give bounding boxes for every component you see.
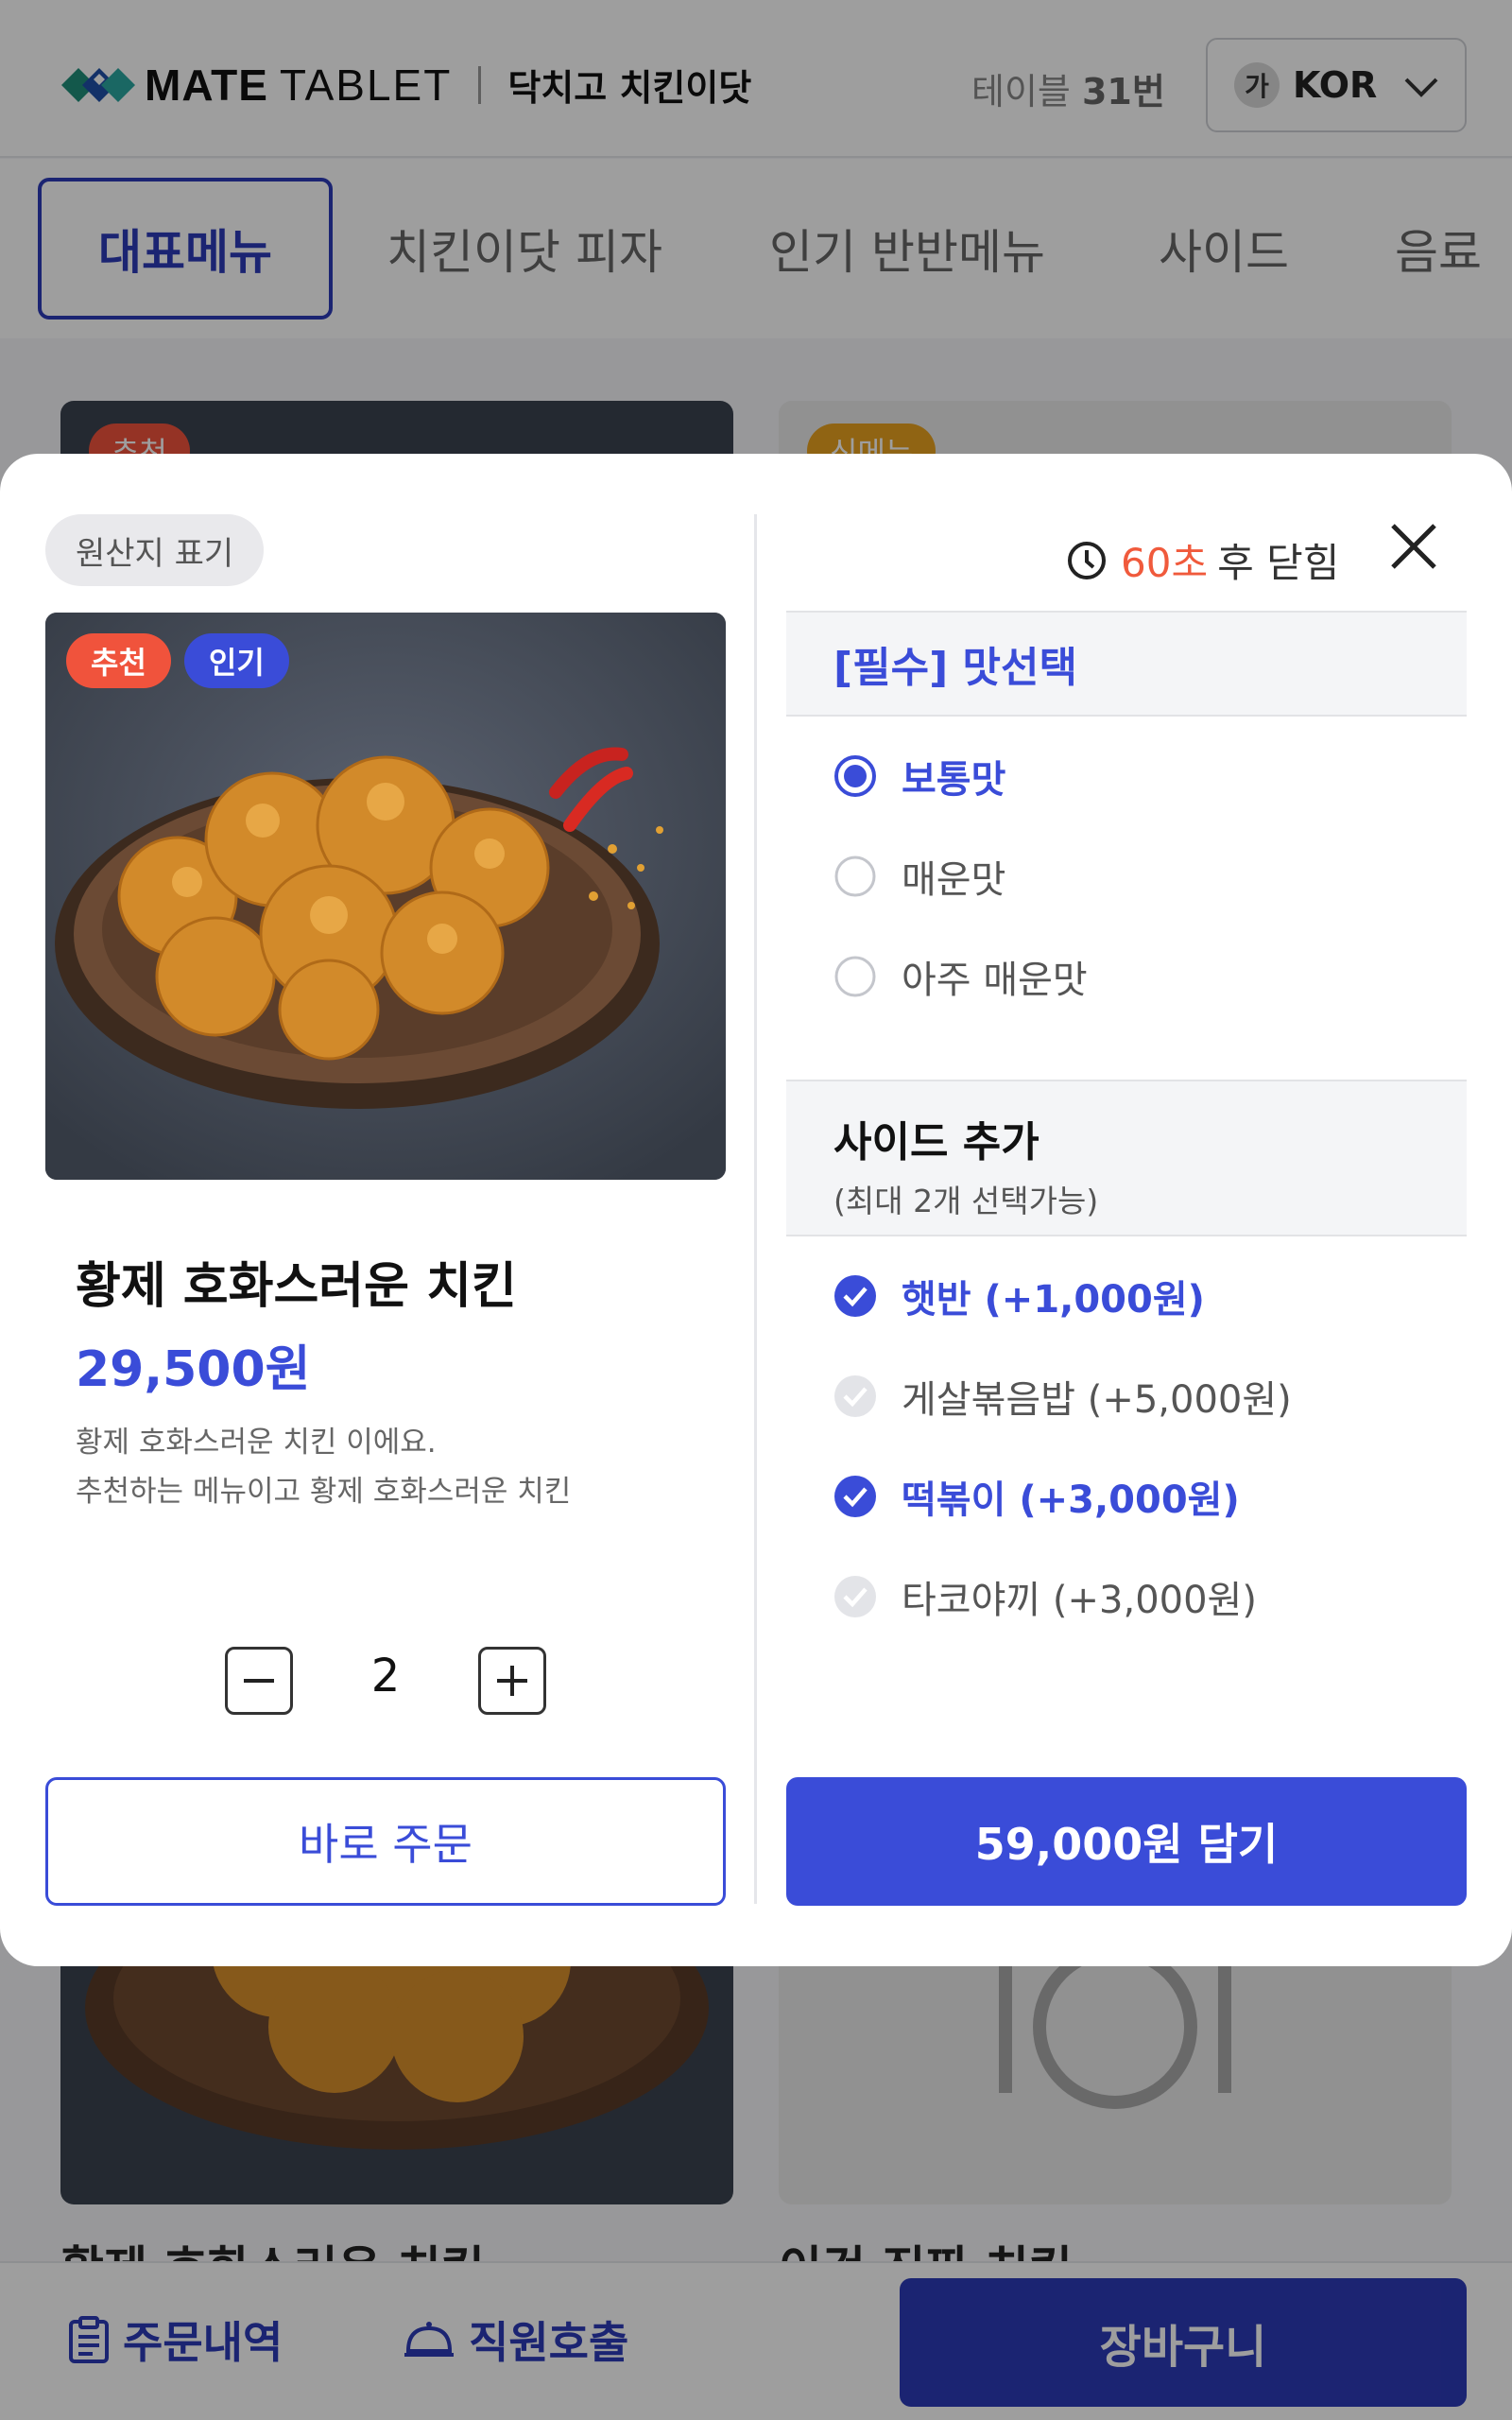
radio-unselected-icon — [834, 856, 876, 897]
timer-label: 후 닫힘 — [1217, 540, 1340, 586]
modal-divider — [754, 514, 757, 1904]
product-description-line: 추천하는 메뉴이고 황제 호화스러운 치킨 — [76, 1475, 572, 1509]
recommend-badge: 추천 — [66, 633, 171, 688]
add-to-cart-button[interactable]: 59,000원 담기 — [786, 1777, 1467, 1906]
timer-seconds: 60초 — [1121, 540, 1209, 586]
product-image: 추천 인기 — [45, 613, 726, 1180]
clock-icon — [1068, 541, 1106, 579]
product-price: 29,500원 — [76, 1341, 311, 1398]
required-flavor-header: [필수] 맛선택 — [786, 611, 1467, 717]
product-badges: 추천 인기 — [66, 633, 289, 688]
check-circle-empty-icon — [834, 1576, 876, 1617]
check-circle-empty-icon — [834, 1375, 876, 1417]
side-option-label: 게살볶음밥 (+5,000원) — [902, 1378, 1292, 1422]
product-name: 황제 호화스러운 치킨 — [76, 1258, 517, 1315]
radio-unselected-icon — [834, 956, 876, 997]
origin-info-button[interactable]: 원산지 표기 — [45, 514, 265, 586]
check-circle-filled-icon — [834, 1476, 876, 1517]
product-description-line: 황제 호화스러운 치킨 이에요. — [76, 1426, 437, 1460]
plus-icon — [497, 1666, 527, 1696]
popular-badge: 인기 — [183, 633, 289, 688]
side-option-crab-rice[interactable]: 게살볶음밥 (+5,000원) — [833, 1369, 1292, 1424]
fried-chicken-photo — [45, 613, 726, 1180]
minus-icon — [244, 1679, 274, 1683]
order-now-button[interactable]: 바로 주문 — [45, 1777, 726, 1906]
quantity-decrease-button[interactable] — [225, 1647, 293, 1715]
check-circle-filled-icon — [834, 1275, 876, 1317]
side-option-takoyaki[interactable]: 타코야끼 (+3,000원) — [833, 1569, 1257, 1624]
flavor-option-label: 보통맛 — [902, 758, 1006, 802]
side-option-tteokbokki[interactable]: 떡볶이 (+3,000원) — [833, 1469, 1240, 1524]
menu-option-modal: 원산지 표기 추천 인기 황제 호화스러운 치킨 29,500원 황제 호화스러… — [0, 454, 1512, 1966]
side-option-label: 타코야끼 (+3,000원) — [902, 1579, 1257, 1622]
flavor-option-very-spicy[interactable]: 아주 매운맛 — [833, 949, 1088, 1004]
flavor-option-label: 매운맛 — [902, 858, 1006, 902]
side-add-header: 사이드 추가 (최대 2개 선택가능) — [786, 1080, 1467, 1236]
side-add-subtitle: (최대 2개 선택가능) — [833, 1183, 1099, 1219]
side-option-rice[interactable]: 햇반 (+1,000원) — [833, 1269, 1205, 1323]
side-option-label: 떡볶이 (+3,000원) — [902, 1478, 1240, 1522]
side-add-title: 사이드 추가 — [833, 1118, 1040, 1167]
side-option-label: 햇반 (+1,000원) — [902, 1278, 1205, 1322]
quantity-value: 2 — [370, 1650, 401, 1703]
product-description: 황제 호화스러운 치킨 이에요. 추천하는 메뉴이고 황제 호화스러운 치킨 — [76, 1418, 571, 1516]
flavor-option-spicy[interactable]: 매운맛 — [833, 849, 1005, 904]
radio-selected-icon — [834, 755, 876, 797]
close-icon[interactable] — [1385, 518, 1442, 575]
flavor-option-label: 아주 매운맛 — [902, 959, 1088, 1002]
flavor-option-normal[interactable]: 보통맛 — [833, 749, 1005, 804]
auto-close-timer: 60초 후 닫힘 — [1066, 531, 1339, 589]
quantity-increase-button[interactable] — [478, 1647, 546, 1715]
